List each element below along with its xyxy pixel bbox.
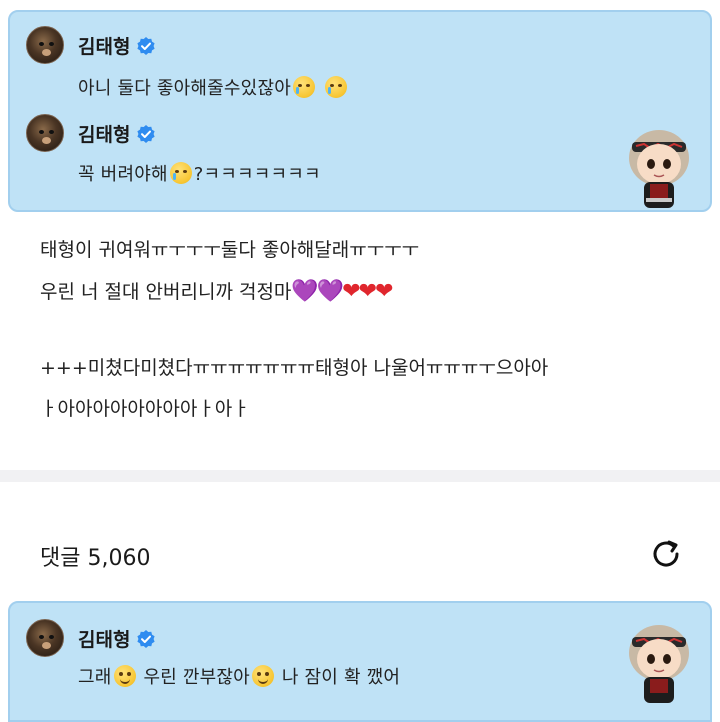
refresh-icon[interactable] [648, 536, 684, 572]
crying-face-icon [292, 76, 315, 98]
character-sticker-icon [629, 130, 689, 208]
message-text: 아니 둘다 좋아해줄수있잖아 [78, 74, 349, 100]
artist-reply-card[interactable]: 김태형 그래 우린 깐부잖아 나 잠이 확 깼어 [8, 601, 712, 722]
avatar[interactable] [26, 619, 64, 657]
author-name[interactable]: 김태형 [78, 120, 156, 147]
author-name[interactable]: 김태형 [78, 625, 156, 652]
crying-face-icon [169, 162, 192, 184]
smiling-face-icon [251, 665, 274, 687]
section-divider [0, 470, 720, 482]
artist-reply-card[interactable]: 김태형 아니 둘다 좋아해줄수있잖아 김태형 꼭 버려야해 ?ㅋㅋㅋㅋㅋㅋㅋ [8, 10, 712, 212]
verified-badge-icon [137, 37, 156, 55]
verified-badge-icon [137, 125, 156, 143]
post-line: ㅏ아아아아아아아아ㅏ아ㅏ [40, 398, 250, 420]
comments-count-label: 댓글 5,060 [40, 546, 151, 571]
avatar[interactable] [26, 26, 64, 64]
message-text: 그래 우린 깐부잖아 나 잠이 확 깼어 [78, 665, 401, 688]
post-line: 태형이 귀여워ㅠㅜㅜㅜ둘다 좋아해달래ㅠㅜㅜㅜ [40, 239, 420, 261]
crying-face-icon [324, 76, 347, 98]
character-sticker-icon [629, 625, 689, 703]
author-name[interactable]: 김태형 [78, 32, 156, 59]
post-line: +++미쳤다미쳤다ㅠㅠㅠㅠㅠㅠㅠ태형아 나울어ㅠㅠㅠㅜ으아아 [40, 357, 549, 379]
post-line: 우린 너 절대 안버리니까 걱정마💜💜❤❤❤ [40, 279, 394, 304]
purple-heart-icon: 💜💜 [291, 279, 344, 304]
smiling-face-icon [113, 665, 136, 687]
red-heart-icon: ❤❤❤ [342, 279, 393, 304]
verified-badge-icon [137, 630, 156, 648]
message-text: 꼭 버려야해 ?ㅋㅋㅋㅋㅋㅋㅋ [78, 162, 321, 185]
avatar[interactable] [26, 114, 64, 152]
